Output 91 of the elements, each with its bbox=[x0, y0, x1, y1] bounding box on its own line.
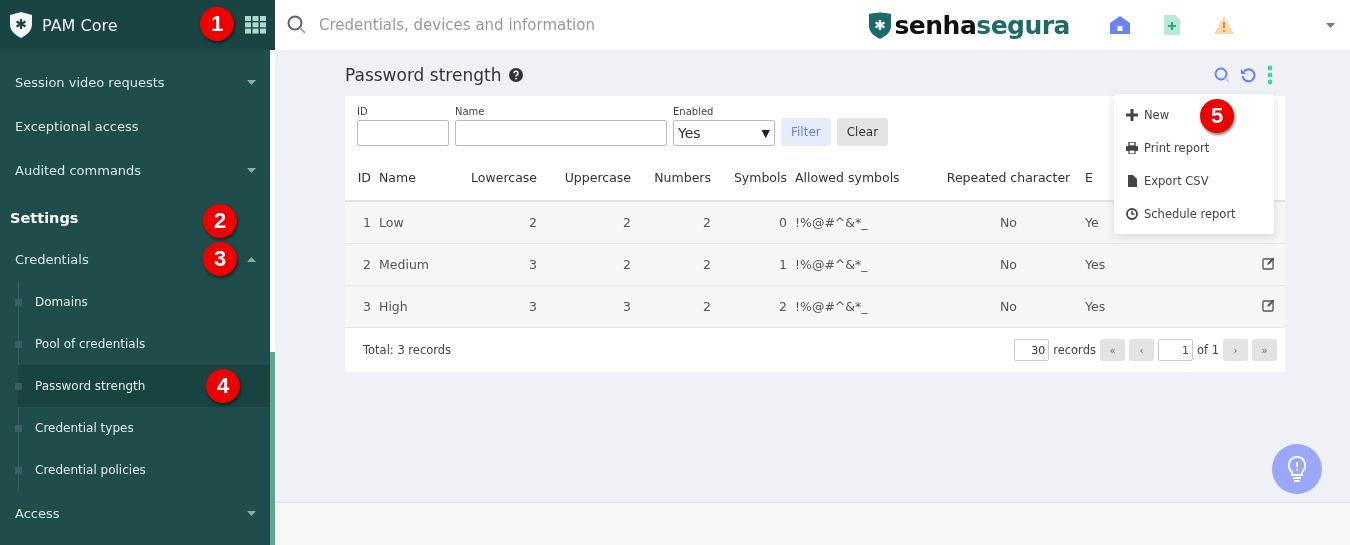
records-label: records bbox=[1053, 343, 1096, 357]
enabled-select[interactable]: Yes ▼ bbox=[673, 120, 775, 146]
column-header: Lowercase bbox=[471, 169, 537, 185]
table-cell: 0 bbox=[779, 215, 787, 230]
warning-icon[interactable] bbox=[1214, 16, 1234, 34]
page-size-field[interactable]: 30 bbox=[1014, 339, 1050, 361]
caret-icon[interactable] bbox=[1326, 22, 1335, 28]
table-cell: 2 bbox=[703, 299, 711, 314]
search-field[interactable]: Credentials, devices and information bbox=[317, 15, 860, 35]
last-page-button[interactable]: » bbox=[1252, 339, 1277, 361]
sidebar-item[interactable]: Access bbox=[15, 505, 60, 521]
shield-logo-icon bbox=[869, 11, 892, 39]
sidebar-item[interactable]: Session video requests bbox=[15, 74, 165, 90]
table-cell: 2 bbox=[703, 215, 711, 230]
grid-menu-icon[interactable] bbox=[245, 16, 267, 34]
table-cell: No bbox=[1000, 215, 1017, 230]
table-cell: 1 bbox=[363, 215, 371, 230]
table-cell: Yes bbox=[1085, 299, 1106, 314]
next-page-button[interactable]: › bbox=[1223, 339, 1248, 361]
clear-button[interactable]: Clear bbox=[836, 118, 889, 146]
sidebar-subitem[interactable]: Credential policies bbox=[18, 449, 270, 491]
sidebar-item[interactable]: Exceptional access bbox=[15, 118, 139, 134]
sidebar-subitem[interactable]: Domains bbox=[18, 281, 270, 323]
home-icon[interactable] bbox=[1110, 16, 1130, 34]
page-number-field[interactable]: 1 bbox=[1157, 339, 1193, 361]
table-cell: Low bbox=[379, 215, 404, 230]
table-cell: 2 bbox=[623, 215, 631, 230]
table-cell: Ye bbox=[1085, 215, 1099, 230]
add-file-icon[interactable] bbox=[1164, 15, 1180, 35]
tips-button[interactable] bbox=[1272, 444, 1322, 494]
scrollbar-thumb[interactable] bbox=[270, 352, 275, 545]
page-title: Password strength bbox=[345, 65, 502, 85]
previous-page-button[interactable]: ‹ bbox=[1128, 339, 1154, 361]
menu-item[interactable]: Schedule report bbox=[1114, 197, 1248, 230]
field-label: Name bbox=[455, 106, 486, 117]
clock-icon bbox=[1126, 207, 1138, 220]
column-header: Numbers bbox=[654, 169, 711, 185]
plus-icon bbox=[1126, 108, 1138, 121]
table-cell: 1 bbox=[779, 257, 787, 272]
field-label: ID bbox=[357, 106, 369, 117]
sidebar-item[interactable]: Audited commands bbox=[15, 162, 142, 178]
page-count-label: of 1 bbox=[1196, 343, 1219, 357]
table-cell: High bbox=[379, 299, 408, 314]
total-records-text: Total: 3 records bbox=[363, 343, 453, 357]
menu-item[interactable]: Print report bbox=[1114, 131, 1222, 164]
column-header: Symbols bbox=[733, 169, 787, 185]
table-cell: 3 bbox=[529, 299, 537, 314]
edit-icon[interactable] bbox=[1262, 298, 1275, 312]
table-cell: Yes bbox=[1085, 257, 1106, 272]
table-cell: 3 bbox=[623, 299, 631, 314]
shield-logo-icon bbox=[10, 12, 32, 38]
column-header: Repeated character bbox=[946, 169, 1071, 185]
table-cell: 3 bbox=[529, 257, 537, 272]
sidebar-subitem[interactable]: Credential types bbox=[18, 407, 270, 449]
id-input-field[interactable] bbox=[357, 120, 449, 146]
table-cell: No bbox=[1000, 299, 1017, 314]
table-cell: 2 bbox=[703, 257, 711, 272]
section-heading: Settings bbox=[10, 210, 79, 226]
table-cell: !%@#^&*_ bbox=[795, 215, 868, 230]
first-page-button[interactable]: « bbox=[1099, 339, 1125, 361]
table-cell: No bbox=[1000, 257, 1017, 272]
column-header: E bbox=[1085, 169, 1093, 185]
edit-icon[interactable] bbox=[1262, 256, 1275, 270]
table-cell: Medium bbox=[379, 257, 429, 272]
refresh-icon[interactable] bbox=[1240, 66, 1257, 84]
column-header: Name bbox=[379, 169, 416, 185]
column-header: ID bbox=[357, 169, 371, 185]
sidebar-subitem[interactable]: Pool of credentials bbox=[18, 323, 270, 365]
sidebar-item[interactable]: Credentials bbox=[15, 251, 89, 267]
table-cell: 2 bbox=[363, 257, 371, 272]
table-cell: 2 bbox=[779, 299, 787, 314]
table-cell: !%@#^&*_ bbox=[795, 299, 868, 314]
app-title: PAM Core bbox=[42, 15, 118, 35]
column-header: Uppercase bbox=[564, 169, 631, 185]
printer-icon bbox=[1126, 141, 1138, 154]
table-cell: 2 bbox=[529, 215, 537, 230]
search-icon bbox=[287, 15, 307, 35]
column-header: Allowed symbols bbox=[795, 169, 900, 185]
table-cell: 3 bbox=[363, 299, 371, 314]
name-input-field[interactable] bbox=[455, 120, 667, 146]
more-options-icon[interactable] bbox=[1267, 65, 1273, 85]
lightbulb-icon bbox=[1287, 455, 1307, 483]
help-icon[interactable] bbox=[509, 68, 524, 82]
menu-item[interactable]: Export CSV bbox=[1114, 164, 1221, 197]
menu-item[interactable]: New bbox=[1114, 98, 1182, 131]
brand-logo: senhasegura bbox=[894, 10, 1070, 40]
document-icon bbox=[1126, 174, 1138, 187]
field-label: Enabled bbox=[673, 106, 715, 117]
search-icon[interactable] bbox=[1214, 67, 1230, 83]
table-cell: !%@#^&*_ bbox=[795, 257, 868, 272]
table-cell: 2 bbox=[623, 257, 631, 272]
